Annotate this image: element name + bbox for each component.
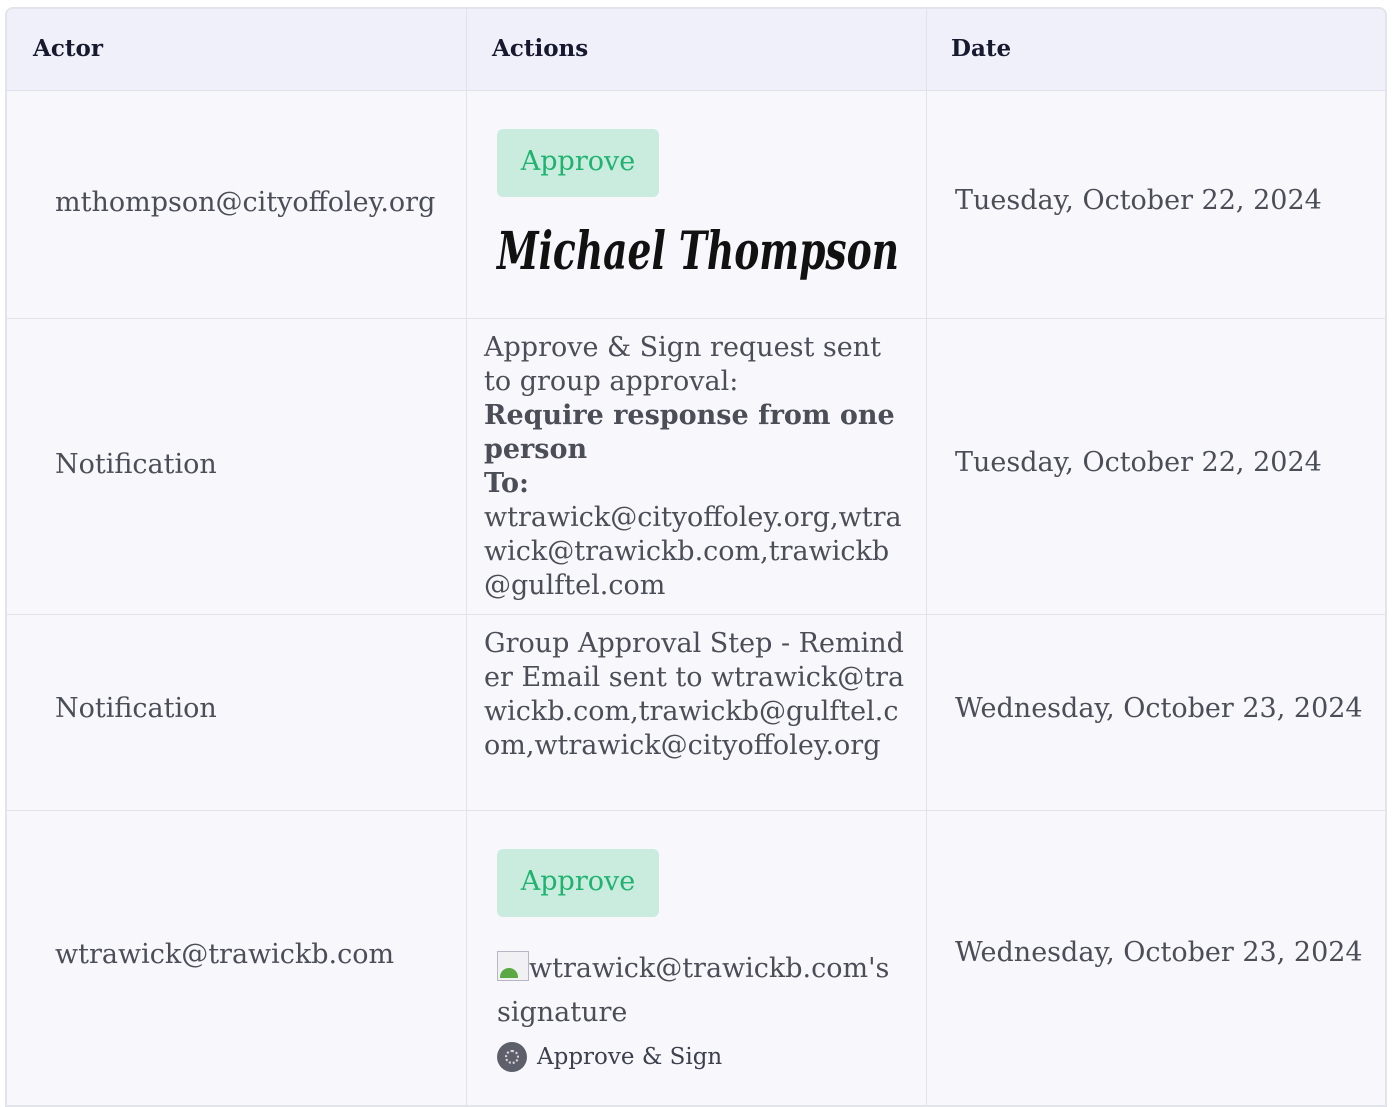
header-actions: Actions [492,35,589,62]
broken-image-icon [497,951,529,981]
actor-cell: wtrawick@trawickb.com [55,939,395,970]
date-cell: Tuesday, October 22, 2024 [955,185,1322,216]
recipients-label: To: [484,468,529,499]
actor-cell: Notification [55,449,217,480]
header-actor: Actor [33,35,103,62]
actor-cell: mthompson@cityoffoley.org [55,187,436,218]
signature-name: Michael Thompson [496,221,899,282]
actor-cell: Notification [55,693,217,724]
row-divider [7,614,1385,615]
row-divider [7,810,1385,811]
signature-image-alt: wtrawick@trawickb.com's signature [497,947,897,1035]
approval-method-label: Approve & Sign [537,1044,723,1070]
signature-alt-text: wtrawick@trawickb.com's signature [497,953,890,1028]
notification-message: Approve & Sign request sent to group app… [484,332,881,397]
date-cell: Wednesday, October 23, 2024 [955,937,1363,968]
audit-trail-table: Actor Actions Date mthompson@cityoffoley… [5,7,1387,1107]
header-date: Date [951,35,1012,62]
notification-details: Approve & Sign request sent to group app… [484,331,914,603]
approve-badge: Approve [497,849,659,917]
approval-rule: Require response from one person [484,400,895,465]
row-divider [7,318,1385,319]
date-cell: Tuesday, October 22, 2024 [955,447,1322,478]
date-cell: Wednesday, October 23, 2024 [955,693,1363,724]
avatar-icon [497,1042,527,1072]
approve-badge: Approve [497,129,659,197]
column-divider [926,9,927,1105]
signature-image: Michael Thompson [496,221,899,282]
column-divider [466,9,467,1105]
recipients-list: wtrawick@cityoffoley.org,wtrawick@trawic… [484,502,902,601]
approval-method: Approve & Sign [497,1041,722,1073]
reminder-message: Group Approval Step - Reminder Email sen… [484,628,905,761]
table-header: Actor Actions Date [7,9,1385,91]
